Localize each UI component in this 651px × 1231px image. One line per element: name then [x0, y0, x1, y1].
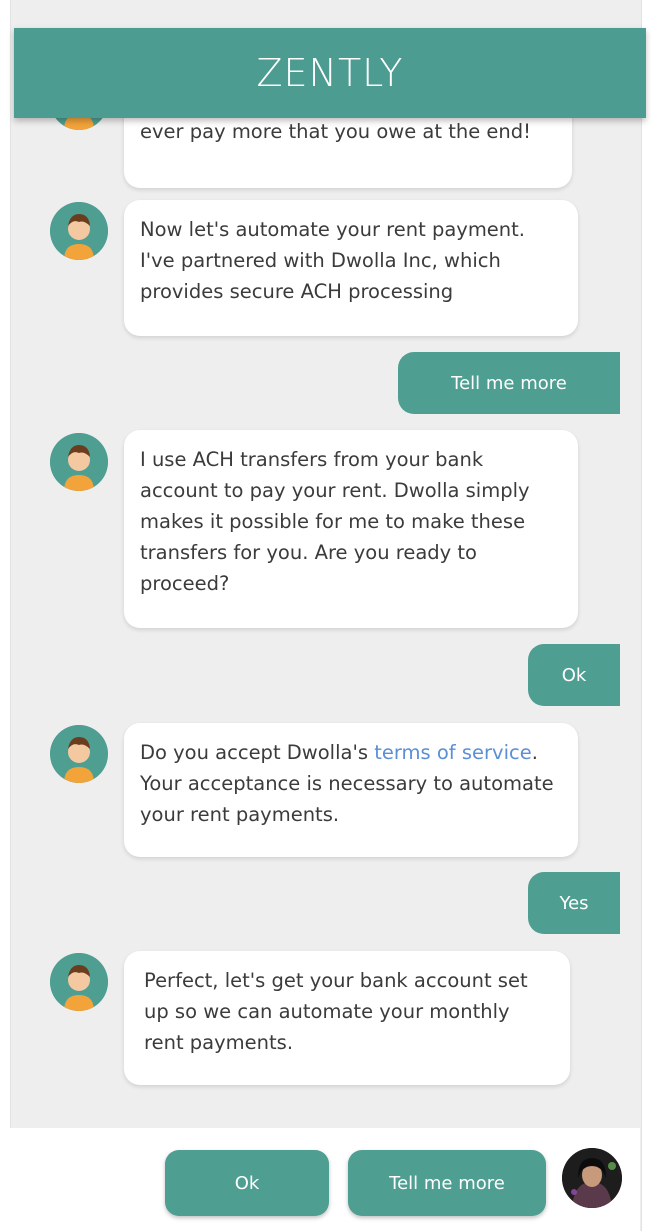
quick-reply-ok-button[interactable]: Ok — [165, 1150, 329, 1216]
bot-message: Perfect, let's get your bank account set… — [124, 951, 570, 1085]
user-message: Yes — [528, 872, 620, 934]
bot-message: Do you accept Dwolla's terms of service.… — [124, 723, 578, 857]
message-text: Tell me more — [451, 372, 567, 394]
message-text: Yes — [559, 892, 589, 914]
message-text: ever pay more that you owe at the end! — [140, 120, 531, 143]
user-avatar — [562, 1148, 622, 1208]
message-text: Ok — [561, 664, 587, 686]
bot-avatar-icon — [50, 953, 108, 1011]
quick-reply-tell-me-more-button[interactable]: Tell me more — [348, 1150, 546, 1216]
app-header: ZENTLY — [14, 28, 646, 118]
terms-of-service-link[interactable]: terms of service — [374, 741, 532, 764]
button-label: Tell me more — [389, 1172, 505, 1194]
bot-message: Now let's automate your rent payment. I'… — [124, 200, 578, 336]
message-text-start: Do you accept Dwolla's — [140, 741, 375, 764]
user-message: Tell me more — [398, 352, 620, 414]
bot-avatar-icon — [50, 433, 108, 491]
app-title: ZENTLY — [256, 51, 404, 95]
user-message: Ok — [528, 644, 620, 706]
message-text: Perfect, let's get your bank account set… — [144, 969, 528, 1054]
message-text: I use ACH transfers from your bank accou… — [140, 448, 530, 595]
message-text: Now let's automate your rent payment. I'… — [140, 218, 526, 303]
bot-avatar-icon — [50, 725, 108, 783]
button-label: Ok — [234, 1172, 260, 1194]
bot-message: I use ACH transfers from your bank accou… — [124, 430, 578, 628]
bot-avatar-icon — [50, 202, 108, 260]
